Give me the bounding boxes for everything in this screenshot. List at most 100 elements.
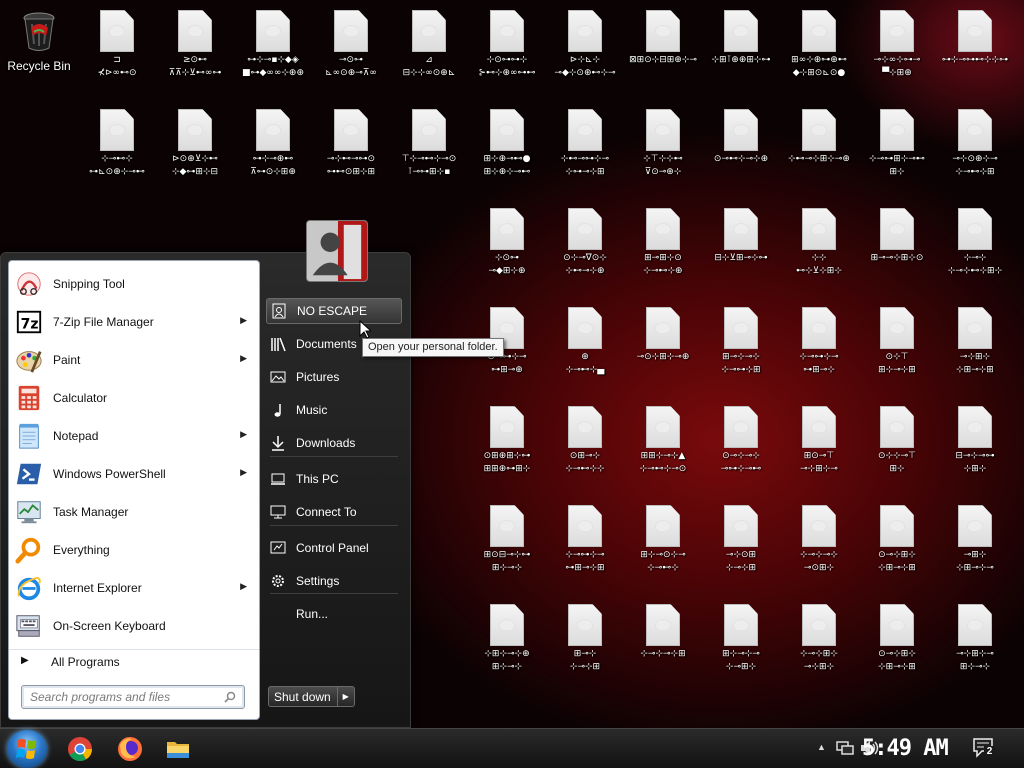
desktop-file-label: ⊸⊹⊷⊸⊶⊙ ⊶⊷⊙⊞⊹⊞ [326, 154, 376, 177]
desktop-file-icon[interactable]: ⊙⊸⊹⊞⊹ ⊹⊞⊸⊹⊞ [858, 497, 936, 595]
file-explorer-icon[interactable] [164, 735, 192, 763]
desktop-file-icon[interactable]: ⊙⊹⊸∇⊙⊹ ⊹⊷⊸⊹⊕ [546, 200, 624, 298]
desktop-file-icon[interactable]: ⊶⊹⊸⊶⊷⊹⊹⊶ [936, 2, 1014, 100]
desktop-file-icon[interactable]: ⊿ ⊟⊹⊹∞⊙⊕⊾ [390, 2, 468, 100]
places-item[interactable]: Downloads [266, 430, 402, 456]
program-item[interactable]: Windows PowerShell ▶ [9, 456, 259, 492]
submenu-arrow-icon[interactable]: ▶ [240, 353, 247, 364]
desktop-file-icon[interactable]: ⊞⊙⊸⊤ ⊸⊹⊞⊹⊸ [780, 398, 858, 496]
desktop-file-icon[interactable]: ⊐ ⊀⊳∞⊷⊙ [78, 2, 156, 100]
program-item[interactable]: 7z 7-Zip File Manager ▶ [9, 304, 259, 340]
network-icon[interactable] [836, 740, 854, 756]
program-item[interactable]: Paint ▶ [9, 342, 259, 378]
desktop-file-icon[interactable]: ⊹⊸⊹⊸⊹ ⊸⊙⊞⊹ [780, 497, 858, 595]
desktop-file-icon[interactable]: ⊸⊞⊹ ⊹⊞⊸⊹⊸ [936, 497, 1014, 595]
recycle-bin-icon[interactable]: Recycle Bin [0, 2, 78, 100]
desktop-file-icon[interactable]: ⊸⊙⊶ ⊾∞⊙⊕⊸⊼∞ [312, 2, 390, 100]
shutdown-options-arrow-icon[interactable]: ▶ [338, 687, 354, 706]
desktop-file-icon[interactable]: ⊹⊙⊶ ⊸◆⊞⊹⊕ [468, 200, 546, 298]
desktop-file-icon[interactable]: ⊸⊹⊞⊹ ⊹⊞⊸⊹⊞ [936, 299, 1014, 397]
desktop-file-icon[interactable]: ⊙⊸⊷⊹⊸⊹⊕ [702, 101, 780, 199]
start-search-box[interactable] [21, 685, 245, 709]
desktop-file-icon[interactable]: ⊙⊸⊹⊞⊹ ⊹⊞⊸⊹⊞ [858, 596, 936, 694]
desktop-file-icon[interactable]: ⊹⊷⊸⊶⊹⊸ ⊹⊶⊸⊹⊞ [546, 101, 624, 199]
desktop-file-icon[interactable]: ⊹⊸⊶⊹⊸ ⊶⊞⊸⊹ [780, 299, 858, 397]
desktop-file-icon[interactable]: ⊞⊸⊹ ⊹⊸⊹⊞ [546, 596, 624, 694]
places-item[interactable]: Run... [266, 601, 402, 627]
desktop-file-icon[interactable]: ⊶⊹⊸⊕⊷ ⊼⊶⊙⊹⊞⊕ [234, 101, 312, 199]
desktop-file-icon[interactable]: ⊞⊞⊹⊸⊹▲ ⊹⊸⊷⊹⊸⊙ [624, 398, 702, 496]
desktop-file-icon[interactable]: ⊞⊸⊸⊹⊞⊹⊙ [858, 200, 936, 298]
desktop-file-icon[interactable]: ⊸⊹⊞⊹⊸ ⊞⊹⊸⊹ [936, 596, 1014, 694]
submenu-arrow-icon[interactable]: ▶ [240, 315, 247, 326]
desktop-file-icon[interactable]: ⊹⊸⊶⊹⊸ ⊶⊞⊸⊹⊞ [546, 497, 624, 595]
places-item[interactable]: NO ESCAPE [266, 298, 402, 324]
firefox-icon[interactable] [116, 735, 144, 763]
desktop-file-icon[interactable]: ⊶⊹⊸▪⊹◆◈ ■⊶◆∞∞⊹⊕⊕ [234, 2, 312, 100]
places-item[interactable]: Settings [266, 568, 402, 594]
desktop-file-icon[interactable]: ⊳⊹⊾⊹ ⊸◆⊹⊙⊕⊷⊹⊸ [546, 2, 624, 100]
places-item[interactable]: Control Panel [266, 535, 402, 561]
desktop-file-icon[interactable]: ⊹⊸⊹⊸⊹⊞ [624, 596, 702, 694]
program-item[interactable]: On-Screen Keyboard [9, 608, 259, 644]
desktop-file-icon[interactable]: ⊙⊹⊹⊸⊤ ⊞⊹ [858, 398, 936, 496]
start-search-input[interactable] [30, 690, 220, 704]
desktop-file-icon[interactable]: ⊞⊸⊞⊹⊙ ⊹⊸⊷⊹⊕ [624, 200, 702, 298]
desktop-file-icon[interactable]: ⊞⊙⊟⊸⊹⊶ ⊞⊹⊸⊹ [468, 497, 546, 595]
desktop-file-icon[interactable]: ⊹⊸⊹ ⊹⊸⊹⊷⊹⊞⊹ [936, 200, 1014, 298]
action-center-icon[interactable]: 2 [972, 737, 996, 759]
desktop-file-icon[interactable]: ⊳⊙⊕⊻⊹⊷ ⊹◆⊶⊞⊹⊟ [156, 101, 234, 199]
desktop-file-icon[interactable]: ⊸⊹∞⊹⊶⊸ ▀⊹⊞⊕ [858, 2, 936, 100]
places-item[interactable]: Pictures [266, 364, 402, 390]
program-item[interactable]: Calculator [9, 380, 259, 416]
submenu-arrow-icon[interactable]: ▶ [240, 581, 247, 592]
desktop-file-icon[interactable]: ⊹⊸⊹⊞⊹ ⊸⊹⊞⊹ [780, 596, 858, 694]
search-icon[interactable] [224, 691, 236, 703]
desktop-file-icon[interactable]: ⊕ ⊹⊸⊷⊹▄ [546, 299, 624, 397]
desktop-file-icon[interactable]: ≥⊙⊷ ⊼⊼⊹⊻⊷∞⊶ [156, 2, 234, 100]
desktop-file-icon[interactable]: ⊙⊸⊹⊸⊹ ⊸⊶⊹⊸⊷ [702, 398, 780, 496]
desktop-file-icon[interactable]: ⊞⊸⊹⊸⊹ ⊹⊸⊶⊹⊞ [702, 299, 780, 397]
desktop-file-icon[interactable]: ⊹⊞⊺⊕⊕⊞⊹⊶ [702, 2, 780, 100]
desktop-file-icon[interactable]: ⊙⊞⊕⊞⊹⊶ ⊞⊞⊕⊶⊞⊹ [468, 398, 546, 496]
program-item[interactable]: Notepad ▶ [9, 418, 259, 454]
program-item[interactable]: Internet Explorer ▶ [9, 570, 259, 606]
places-item[interactable]: Music [266, 397, 402, 423]
places-item[interactable]: This PC [266, 466, 402, 492]
desktop-file-icon[interactable]: ⊙⊹⊤ ⊞⊹⊸⊹⊞ [858, 299, 936, 397]
desktop-file-icon[interactable]: ⊸⊹⊙⊕⊹⊸ ⊹⊸⊷⊹⊞ [936, 101, 1014, 199]
desktop-file-icon[interactable]: ⊸⊹⊙⊞ ⊹⊸⊹⊞ [702, 497, 780, 595]
desktop-file-icon[interactable]: ⊹⊸⊶⊞⊹⊸⊷ ⊞⊹ [858, 101, 936, 199]
user-avatar[interactable] [306, 220, 368, 282]
blank-document-icon [568, 406, 602, 448]
submenu-arrow-icon[interactable]: ▶ [240, 429, 247, 440]
desktop-file-icon[interactable]: ⊸⊹⊷⊸⊶⊙ ⊶⊷⊙⊞⊹⊞ [312, 101, 390, 199]
start-button[interactable] [7, 730, 47, 768]
shutdown-button[interactable]: Shut down [269, 687, 338, 706]
all-programs-button[interactable]: ▶ All Programs [9, 649, 259, 673]
desktop-file-icon[interactable]: ⊹⊙⊶⊶⊹ ⊱⊷⊹⊕∞⊶⊷ [468, 2, 546, 100]
program-item[interactable]: Everything [9, 532, 259, 568]
taskbar-clock[interactable]: 5:49 AM [862, 736, 949, 761]
show-hidden-icons-chevron-icon[interactable]: ▲ [817, 742, 826, 752]
desktop-file-icon[interactable]: ⊤⊹⊸⊷⊹⊸⊙ ⊺⊸⊶⊞⊹▪ [390, 101, 468, 199]
desktop-file-icon[interactable]: ⊟⊹⊻⊞⊸⊹⊶ [702, 200, 780, 298]
desktop-file-icon[interactable]: ⊸⊙⊹⊞⊹⊸⊕ [624, 299, 702, 397]
desktop-file-icon[interactable]: ⊹⊷⊸⊹⊞⊹⊸⊕ [780, 101, 858, 199]
desktop-file-icon[interactable]: ⊹⊸⊷⊹ ⊶⊾⊙⊕⊹⊸⊷ [78, 101, 156, 199]
desktop-file-icon[interactable]: ⊙⊞⊸⊹ ⊹⊸⊷⊹⊹ [546, 398, 624, 496]
desktop-file-icon[interactable]: ⊞⊹⊕⊸⊷● ⊞⊹⊕⊹⊸⊷ [468, 101, 546, 199]
desktop-file-icon[interactable]: ⊟⊸⊹⊸⊶ ⊹⊞⊹ [936, 398, 1014, 496]
submenu-arrow-icon[interactable]: ▶ [240, 467, 247, 478]
chrome-icon[interactable] [66, 735, 94, 763]
places-item[interactable]: Connect To [266, 499, 402, 525]
desktop-file-icon[interactable]: ⊞∞⊹⊕⊶⊕⊷ ◆⊹⊞⊙⊾⊙● [780, 2, 858, 100]
program-item[interactable]: Task Manager [9, 494, 259, 530]
desktop-file-icon[interactable]: ⊹⊹ ⊷⊹⊻⊹⊞⊹ [780, 200, 858, 298]
desktop-file-icon[interactable]: ⊞⊹⊸⊹⊸ ⊹⊸⊞⊹ [702, 596, 780, 694]
desktop-file-icon[interactable]: ⊞⊹⊸⊙⊹⊸ ⊹⊸⊷⊹ [624, 497, 702, 595]
desktop-file-icon[interactable]: ⊹⊞⊹⊸⊹⊕ ⊞⊹⊸⊹ [468, 596, 546, 694]
desktop-file-icon[interactable]: ⊠⊞⊙⊹⊟⊞⊕⊹⊸ [624, 2, 702, 100]
program-item[interactable]: Snipping Tool [9, 266, 259, 302]
desktop-file-icon[interactable]: ⊹⊤⊹⊹⊷ ⊽⊙⊸⊕⊹ [624, 101, 702, 199]
